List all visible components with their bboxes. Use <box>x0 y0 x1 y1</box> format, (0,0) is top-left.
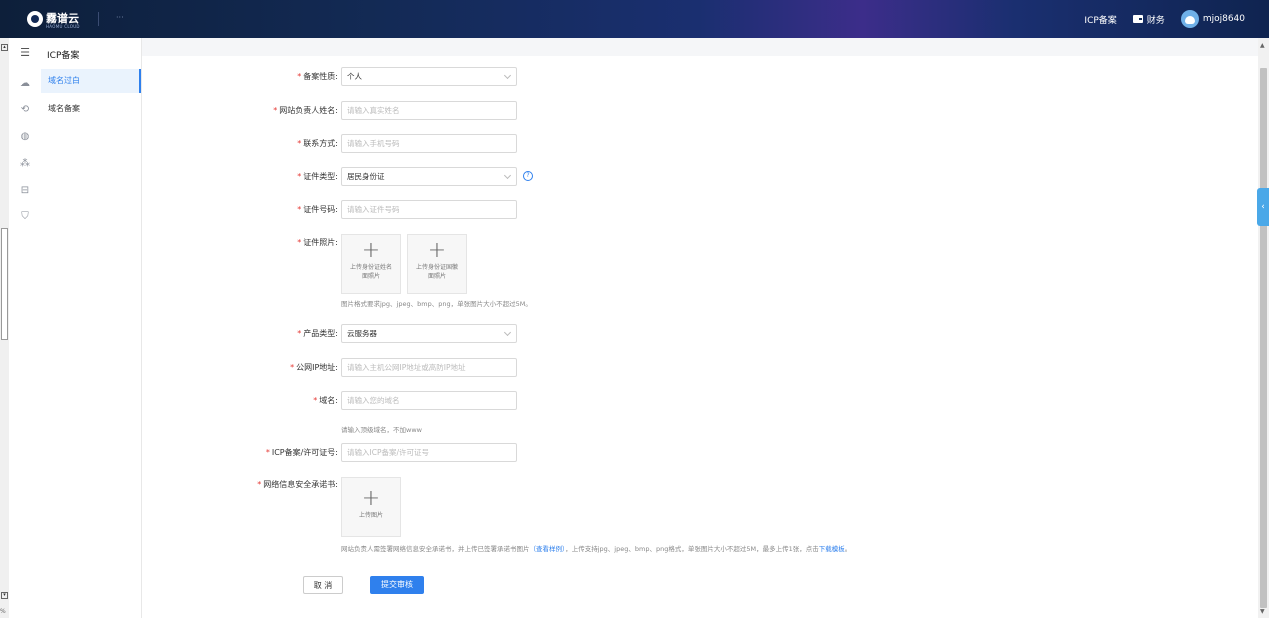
icp-number-input[interactable]: 请输入ICP备案/许可证号 <box>341 443 517 462</box>
field-label: * 网络信息安全承诺书: <box>257 480 338 489</box>
subnav-item-domain-filing[interactable]: 域名备案 <box>41 97 141 121</box>
subnav-item-domain-whitelist[interactable]: 域名过白 <box>41 69 141 93</box>
user-menu[interactable]: mjoj8640 <box>1180 10 1245 28</box>
commitment-hint: 网站负责人需签署网络信息安全承诺书，并上传已签署承诺书图片（查看样例），上传支持… <box>341 545 852 553</box>
id-number-input[interactable]: 请输入证件号码 <box>341 200 517 219</box>
avatar <box>1180 10 1199 28</box>
top-bar: 霧谱云 HAOMU CLOUD ··· ICP备案 财务 mjoj8640 <box>0 0 1269 38</box>
upload-id-back[interactable]: + 上传身份证国徽 面照片 <box>407 234 467 294</box>
phone-input[interactable]: 请输入手机号码 <box>341 134 517 153</box>
upload-commitment[interactable]: + 上传图片 <box>341 477 401 537</box>
filing-type-select[interactable]: 个人 <box>341 67 517 86</box>
field-label: * 产品类型: <box>297 329 338 338</box>
field-label: * 证件类型: <box>297 172 338 181</box>
divider <box>98 12 99 26</box>
id-photo-hint: 图片格式要求jpg、jpeg、bmp、png，单张图片大小不超过5M。 <box>341 300 532 308</box>
cancel-button[interactable]: 取 消 <box>303 576 343 594</box>
submit-button[interactable]: 提交审核 <box>370 576 424 594</box>
zoom-percent: % <box>0 608 6 615</box>
id-type-select[interactable]: 居民身份证 <box>341 167 517 186</box>
brand-subtitle: HAOMU CLOUD <box>46 24 80 29</box>
plus-icon: + <box>361 238 381 263</box>
globe-icon[interactable]: ◍ <box>9 131 41 142</box>
more-menu-icon[interactable]: ··· <box>116 13 124 22</box>
refresh-icon[interactable]: ⟲ <box>9 104 41 115</box>
collapse-down-icon[interactable]: ▾ <box>1 592 8 599</box>
storage-icon[interactable]: ⊟ <box>9 185 41 196</box>
owner-name-input[interactable]: 请输入真实姓名 <box>341 101 517 120</box>
upload-label: 上传身份证国徽 面照片 <box>415 264 458 280</box>
icp-link[interactable]: ICP备案 <box>1084 13 1116 26</box>
chevron-down-icon <box>503 171 512 180</box>
field-label: * 证件号码: <box>297 205 338 214</box>
chevron-down-icon <box>503 71 512 80</box>
finance-label: 财务 <box>1146 15 1165 26</box>
field-label: * 公网IP地址: <box>290 363 338 372</box>
upload-label: 上传身份证姓名 面照片 <box>349 264 392 280</box>
public-ip-input[interactable]: 请输入主机公网IP地址或高防IP地址 <box>341 358 517 377</box>
collapse-up-icon[interactable]: ▴ <box>1 44 8 51</box>
list-icon[interactable]: ☰ <box>9 46 41 59</box>
field-label: * 域名: <box>313 396 338 405</box>
logo-icon[interactable] <box>27 11 43 27</box>
top-right-nav: ICP备案 财务 mjoj8640 <box>1084 0 1245 38</box>
scroll-up-icon[interactable]: ▲ <box>1260 42 1265 49</box>
upload-id-front[interactable]: + 上传身份证姓名 面照片 <box>341 234 401 294</box>
plus-icon: + <box>427 238 447 263</box>
upload-label: 上传图片 <box>358 512 383 519</box>
help-icon[interactable]: ? <box>523 171 533 181</box>
main-content: * 备案性质: 个人 * 网站负责人姓名: 请输入真实姓名 * 联系方式: 请输入手机… <box>142 38 1258 618</box>
icon-sidebar: ☰ ☁ ⟲ ◍ ⁂ ⊟ ⛉ <box>9 38 42 618</box>
download-template-link[interactable]: 下载模板 <box>819 545 845 553</box>
field-label: * 网站负责人姓名: <box>273 106 338 115</box>
domain-hint: 请输入顶级域名，不加www <box>341 426 422 434</box>
field-label: * ICP备案/许可证号: <box>265 448 338 457</box>
plus-icon: + <box>361 486 381 511</box>
field-label: * 证件照片: <box>297 238 338 247</box>
view-sample-link[interactable]: （查看样例） <box>530 545 566 553</box>
cloud-icon[interactable]: ☁ <box>9 78 41 89</box>
field-label: * 备案性质: <box>297 72 338 81</box>
shield-icon[interactable]: ⛉ <box>9 211 41 222</box>
field-label: * 联系方式: <box>297 139 338 148</box>
outer-scroll-thumb[interactable] <box>1 228 8 340</box>
chevron-down-icon <box>503 328 512 337</box>
sub-nav: ICP备案 域名过白 域名备案 <box>41 38 142 618</box>
content-top-strip <box>142 38 1258 56</box>
wallet-icon <box>1132 15 1143 23</box>
finance-link[interactable]: 财务 <box>1132 13 1165 26</box>
network-icon[interactable]: ⁂ <box>9 158 41 169</box>
scroll-thumb[interactable] <box>1260 68 1267 608</box>
scroll-down-icon[interactable]: ▼ <box>1260 608 1265 615</box>
username: mjoj8640 <box>1202 14 1245 24</box>
subnav-title: ICP备案 <box>47 51 80 61</box>
side-collapse-tab[interactable]: ‹ <box>1257 188 1269 226</box>
domain-input[interactable]: 请输入您的域名 <box>341 391 517 410</box>
product-type-select[interactable]: 云服务器 <box>341 324 517 343</box>
vertical-scrollbar[interactable]: ▲ ▼ <box>1258 38 1269 618</box>
